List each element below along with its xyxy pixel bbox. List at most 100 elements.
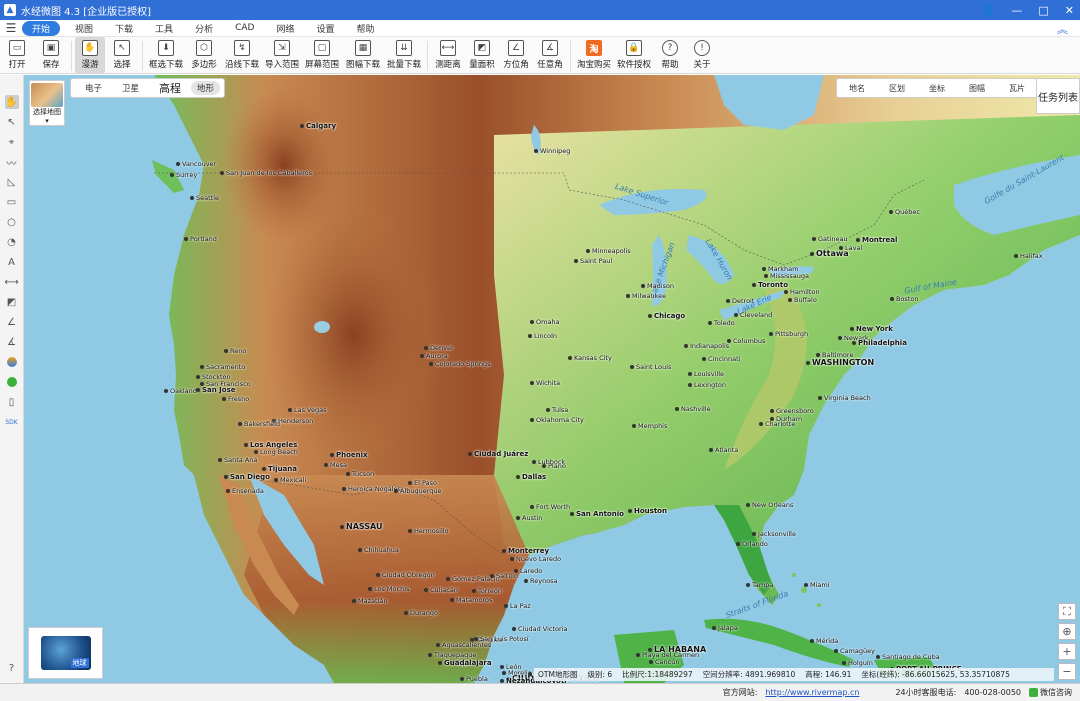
- city-dot-icon: [224, 475, 228, 479]
- license-button[interactable]: 🔒 软件授权: [614, 37, 654, 74]
- user-icon[interactable]: 👤: [982, 4, 996, 17]
- sheet-download-button[interactable]: ▦ 图幅下载: [342, 37, 384, 74]
- city-dot-icon: [530, 505, 534, 509]
- city-dot-icon: [429, 362, 433, 366]
- map-canvas[interactable]: Lake Superior Lake Michigan Lake Huron L…: [24, 75, 1080, 683]
- line-download-button[interactable]: ↯ 沿线下载: [222, 37, 262, 74]
- layer-place-names[interactable]: 地名: [837, 83, 877, 94]
- import-range-button[interactable]: ⇲ 导入范围: [262, 37, 302, 74]
- azimuth-tool-icon[interactable]: ∠: [5, 315, 19, 329]
- city-dot-icon: [688, 372, 692, 376]
- polyline-tool-icon[interactable]: 〰: [5, 155, 19, 170]
- city-dot-icon: [352, 599, 356, 603]
- city-dot-icon: [712, 626, 716, 630]
- city-name: El Paso: [414, 479, 437, 487]
- menu-bar: ☰ 开始 视图 下载 工具 分析 CAD 网络 设置 帮助 ︽: [0, 20, 1080, 37]
- menu-tools[interactable]: 工具: [144, 22, 184, 35]
- area-tool-icon[interactable]: ◩: [5, 295, 19, 309]
- menu-help[interactable]: 帮助: [345, 22, 385, 35]
- angle-tool-icon[interactable]: ∡: [5, 335, 19, 349]
- city-name: Orlando: [742, 540, 768, 548]
- maximize-button[interactable]: □: [1038, 4, 1048, 17]
- save-button[interactable]: ▣ 保存: [34, 37, 68, 74]
- menu-download[interactable]: 下载: [104, 22, 144, 35]
- menu-settings[interactable]: 设置: [305, 22, 345, 35]
- screen-icon: ▢: [314, 40, 330, 56]
- taobao-buy-button[interactable]: 淘淘宝购买: [574, 37, 614, 74]
- fullscreen-icon[interactable]: ⛶: [1058, 603, 1076, 620]
- city-dot-icon: [688, 383, 692, 387]
- polygon-tool-icon[interactable]: ◺: [5, 175, 19, 189]
- sheet-download-icon: ▦: [355, 40, 371, 56]
- city-label: Saint Louis: [630, 363, 671, 371]
- measure-tool-icon[interactable]: ⟷: [4, 275, 18, 289]
- map-scale: 1:18489297: [647, 670, 693, 679]
- locate-icon[interactable]: ⊕: [1058, 623, 1076, 640]
- city-label: Denver: [424, 344, 454, 352]
- layer-coordinates[interactable]: 坐标: [917, 83, 957, 94]
- city-name: Oakland: [170, 387, 197, 395]
- city-dot-icon: [764, 274, 768, 278]
- city-label: Durango: [404, 609, 438, 617]
- marker-tool-icon[interactable]: ⌖: [5, 135, 19, 149]
- help-circle-icon[interactable]: ?: [5, 661, 19, 675]
- close-button[interactable]: ✕: [1065, 4, 1074, 17]
- minimize-button[interactable]: —: [1011, 4, 1022, 17]
- city-dot-icon: [746, 583, 750, 587]
- pan-tool-icon[interactable]: ✋: [4, 95, 19, 109]
- text-tool-icon[interactable]: A: [5, 255, 19, 269]
- city-label: WASHINGTON: [806, 358, 874, 367]
- menu-analysis[interactable]: 分析: [184, 22, 224, 35]
- menu-cad[interactable]: CAD: [224, 23, 265, 33]
- city-name: New Orleans: [752, 501, 794, 509]
- map-type-satellite[interactable]: 卫星: [112, 82, 149, 94]
- website-link[interactable]: http://www.rivermap.cn: [765, 688, 859, 697]
- task-list-button[interactable]: 任务列表: [1036, 78, 1080, 114]
- city-name: Austin: [522, 514, 543, 522]
- menu-view[interactable]: 视图: [64, 22, 104, 35]
- angle-button[interactable]: ∡ 任意角: [533, 37, 567, 74]
- help-button[interactable]: ? 帮助: [654, 37, 686, 74]
- wechat-consult[interactable]: 微信咨询: [1029, 687, 1072, 698]
- city-label: NASSAU: [340, 522, 383, 531]
- city-dot-icon: [222, 397, 226, 401]
- pan-button[interactable]: ✋ 漫游: [75, 37, 105, 74]
- zoom-in-button[interactable]: +: [1058, 643, 1076, 660]
- sector-tool-icon[interactable]: ◔: [5, 235, 19, 249]
- ruler-icon: ⟷: [440, 40, 456, 56]
- city-name: Québec: [895, 208, 920, 216]
- layer-boundaries[interactable]: 区划: [877, 83, 917, 94]
- hamburger-icon[interactable]: ☰: [0, 21, 22, 35]
- layer-color-icon[interactable]: [5, 355, 19, 369]
- map-type-vector[interactable]: 电子: [75, 82, 112, 94]
- menu-network[interactable]: 网络: [265, 22, 305, 35]
- overview-minimap[interactable]: 地球: [28, 627, 103, 679]
- box-download-button[interactable]: ⬇ 框选下载: [146, 37, 186, 74]
- city-label: Buffalo: [788, 296, 817, 304]
- select-tool-icon[interactable]: ↖: [5, 115, 19, 129]
- measure-area-button[interactable]: ◩ 量面积: [465, 37, 499, 74]
- status-ok-icon[interactable]: [5, 375, 19, 389]
- about-button[interactable]: ! 关于: [686, 37, 718, 74]
- map-type-elevation[interactable]: 高程: [149, 80, 191, 96]
- collapse-ribbon-icon[interactable]: ︽: [1057, 21, 1068, 37]
- measure-distance-button[interactable]: ⟷ 测距离: [431, 37, 465, 74]
- select-button[interactable]: ↖ 选择: [105, 37, 139, 74]
- menu-start[interactable]: 开始: [22, 20, 61, 36]
- phone-icon[interactable]: ▯: [5, 395, 19, 409]
- toolbar-divider: [71, 41, 72, 71]
- layer-tiles[interactable]: 瓦片: [997, 83, 1037, 94]
- city-name: Fresno: [228, 395, 250, 403]
- screen-range-button[interactable]: ▢ 屏幕范围: [302, 37, 342, 74]
- azimuth-button[interactable]: ∠ 方位角: [499, 37, 533, 74]
- sdk-icon[interactable]: SDK: [5, 415, 19, 429]
- layer-sheets[interactable]: 图幅: [957, 83, 997, 94]
- open-button[interactable]: ▭ 打开: [0, 37, 34, 74]
- rectangle-tool-icon[interactable]: ▭: [5, 195, 19, 209]
- map-type-terrain[interactable]: 地形: [191, 81, 221, 95]
- zoom-out-button[interactable]: −: [1058, 663, 1076, 680]
- polygon-button[interactable]: ⬡ 多边形: [186, 37, 222, 74]
- batch-download-button[interactable]: ⇊ 批量下载: [384, 37, 424, 74]
- circle-tool-icon[interactable]: ○: [5, 215, 19, 229]
- map-source-selector[interactable]: 选择地图 ▾: [29, 80, 65, 126]
